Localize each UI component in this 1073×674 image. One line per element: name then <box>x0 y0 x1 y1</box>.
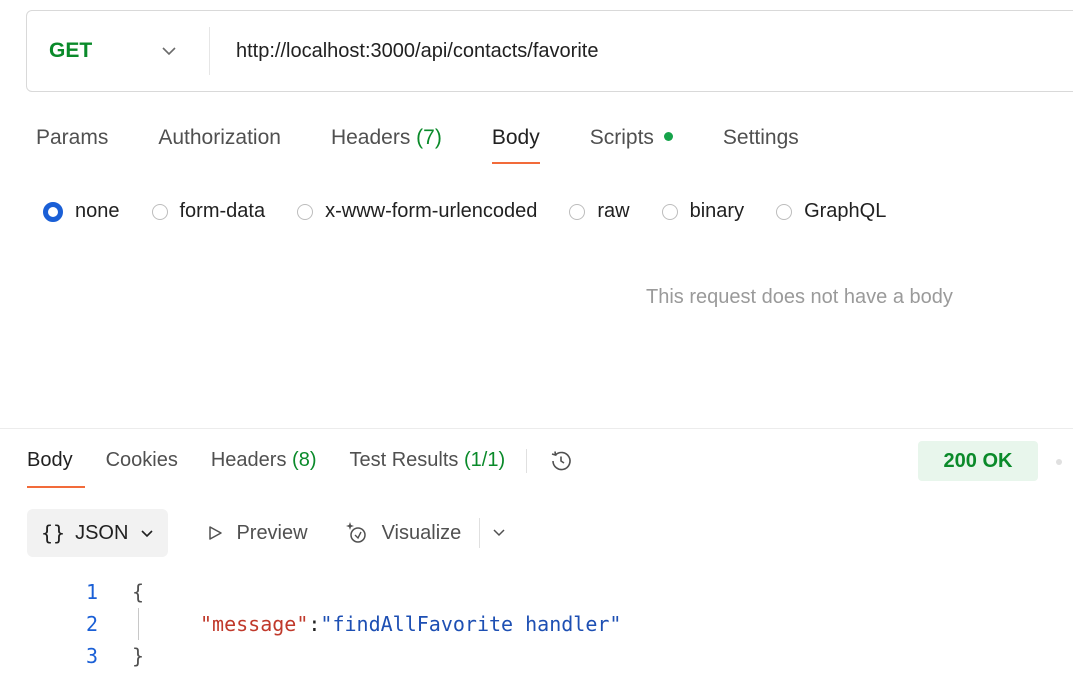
tab-params-label: Params <box>36 126 109 149</box>
tab-authorization-label: Authorization <box>158 126 281 149</box>
pane-divider[interactable] <box>0 428 1073 429</box>
radio-icon <box>776 203 793 220</box>
radio-graphql-label: GraphQL <box>804 200 887 222</box>
response-tab-separator <box>526 449 528 473</box>
response-tab-body-label: Body <box>27 449 73 471</box>
json-key: "message" <box>200 612 309 636</box>
tab-headers-count: (7) <box>416 126 442 149</box>
radio-icon <box>151 203 168 220</box>
indent-guide <box>138 608 139 640</box>
radio-x-www-form-urlencoded[interactable]: x-www-form-urlencoded <box>297 200 537 223</box>
radio-icon <box>661 203 678 220</box>
request-url-bar: GET http://localhost:3000/api/contacts/f… <box>26 10 1073 92</box>
chevron-down-icon <box>141 529 154 537</box>
response-tab-cookies[interactable]: Cookies <box>106 449 178 488</box>
tab-settings-label: Settings <box>722 126 799 149</box>
braces-icon: {} <box>41 521 66 545</box>
radio-binary-label: binary <box>689 200 745 222</box>
code-line: 1 { <box>0 576 621 608</box>
tab-authorization[interactable]: Authorization <box>158 126 281 164</box>
radio-icon <box>569 203 586 220</box>
json-colon: : <box>308 612 321 636</box>
radio-selected-icon <box>43 201 63 222</box>
radio-form-data[interactable]: form-data <box>151 200 266 223</box>
tab-params[interactable]: Params <box>36 126 108 164</box>
line-number: 3 <box>85 644 98 668</box>
visualize-sparkle-icon <box>345 522 366 543</box>
tab-scripts-label: Scripts <box>589 126 654 149</box>
radio-raw-label: raw <box>597 200 630 222</box>
radio-none[interactable]: none <box>43 200 120 223</box>
url-divider <box>209 27 210 75</box>
response-tab-headers-count: (8) <box>292 449 317 471</box>
response-tab-headers[interactable]: Headers (8) <box>211 449 317 488</box>
format-select[interactable]: {} JSON <box>27 509 169 557</box>
response-format-bar: {} JSON Preview Visualize <box>27 509 506 557</box>
radio-raw[interactable]: raw <box>569 200 630 223</box>
line-number: 2 <box>85 612 98 636</box>
body-type-radios: none form-data x-www-form-urlencoded raw… <box>43 200 918 223</box>
response-tab-test-results[interactable]: Test Results (1/1) <box>349 449 505 488</box>
empty-body-message: This request does not have a body <box>646 286 953 308</box>
code-brace-close: } <box>132 644 145 668</box>
url-input[interactable]: http://localhost:3000/api/contacts/favor… <box>236 40 598 63</box>
response-tab-cookies-label: Cookies <box>105 449 178 471</box>
code-line: 2 "message": "findAllFavorite handler" <box>0 608 621 640</box>
code-brace-open: { <box>132 580 145 604</box>
visualize-label: Visualize <box>381 521 462 544</box>
radio-binary[interactable]: binary <box>661 200 745 223</box>
chevron-down-icon[interactable] <box>149 46 189 56</box>
tab-body-label: Body <box>491 126 540 149</box>
tab-scripts[interactable]: Scripts <box>590 126 673 164</box>
response-tab-test-results-label: Test Results <box>349 449 459 471</box>
line-number: 1 <box>85 580 98 604</box>
method-label[interactable]: GET <box>49 39 149 63</box>
format-separator <box>479 518 481 548</box>
radio-urlencoded-label: x-www-form-urlencoded <box>325 200 538 222</box>
response-code-viewer[interactable]: 1 { 2 "message": "findAllFavorite handle… <box>0 576 622 672</box>
code-line: 3 } <box>0 640 621 672</box>
response-tab-test-results-count: (1/1) <box>463 449 506 471</box>
preview-label: Preview <box>236 521 308 544</box>
tab-settings[interactable]: Settings <box>723 126 799 164</box>
response-tabs: Body Cookies Headers (8) Test Results (1… <box>27 449 575 488</box>
radio-none-label: none <box>75 200 120 222</box>
response-tab-body[interactable]: Body <box>27 449 85 488</box>
radio-icon <box>297 203 314 220</box>
request-tabs: Params Authorization Headers (7) Body Sc… <box>36 126 849 164</box>
visualize-button[interactable]: Visualize <box>344 520 462 546</box>
format-label: JSON <box>75 521 129 544</box>
tab-body[interactable]: Body <box>491 126 540 164</box>
tab-headers[interactable]: Headers (7) <box>331 126 442 164</box>
preview-button[interactable]: Preview <box>206 521 308 545</box>
tab-headers-label: Headers <box>330 126 411 149</box>
status-badge[interactable]: 200 OK <box>918 441 1038 481</box>
json-string-value: "findAllFavorite handler" <box>320 612 622 636</box>
radio-form-data-label: form-data <box>179 200 266 222</box>
status-more-dot <box>1056 459 1062 465</box>
play-outline-icon <box>209 526 223 540</box>
radio-graphql[interactable]: GraphQL <box>776 200 886 223</box>
scripts-status-dot <box>663 131 673 141</box>
history-icon[interactable] <box>547 447 575 480</box>
response-tab-headers-label: Headers <box>210 449 287 471</box>
chevron-down-icon[interactable] <box>492 524 506 542</box>
